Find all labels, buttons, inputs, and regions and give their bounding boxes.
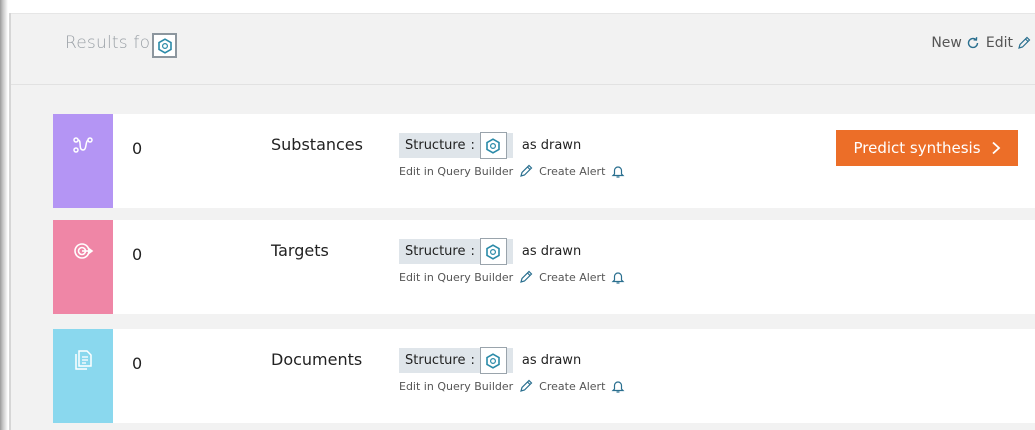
structure-thumbnail[interactable] (479, 132, 507, 159)
pencil-icon[interactable] (519, 164, 533, 178)
edit-in-query-builder-link[interactable]: Edit in Query Builder (399, 271, 513, 284)
separator: : (470, 138, 475, 153)
structure-hexagon-icon (486, 137, 501, 154)
header-divider (11, 84, 1035, 85)
results-for-label: Results for (65, 33, 158, 53)
bell-icon[interactable] (611, 270, 625, 284)
header-actions: New Edit (931, 35, 1031, 51)
create-alert-link[interactable]: Create Alert (539, 165, 605, 178)
documents-icon (75, 350, 92, 370)
result-count[interactable]: 0 (132, 354, 142, 373)
category-label[interactable]: Documents (271, 350, 362, 369)
query-actions: Edit in Query Builder Create Alert (399, 164, 625, 178)
category-swatch (53, 114, 113, 208)
pencil-icon (1018, 36, 1031, 49)
bell-icon[interactable] (611, 379, 625, 393)
as-drawn-label: as drawn (521, 353, 582, 368)
predict-synthesis-label: Predict synthesis (853, 139, 981, 157)
query-actions: Edit in Query Builder Create Alert (399, 270, 625, 284)
structure-hexagon-icon (157, 37, 172, 54)
as-drawn-label: as drawn (521, 138, 582, 153)
chevron-right-icon (991, 141, 1000, 155)
predict-synthesis-button[interactable]: Predict synthesis (836, 130, 1018, 166)
structure-label: Structure (405, 138, 466, 153)
as-drawn-label: as drawn (521, 244, 582, 259)
target-icon (74, 243, 94, 259)
structure-label: Structure (405, 353, 466, 368)
structure-pill: Structure : (399, 132, 513, 159)
query-summary: Structure : as drawn (399, 132, 582, 159)
category-label[interactable]: Targets (271, 241, 329, 260)
result-count[interactable]: 0 (132, 245, 142, 264)
structure-thumbnail[interactable] (479, 347, 507, 374)
query-summary: Structure : as drawn (399, 238, 582, 265)
structure-thumbnail[interactable] (479, 238, 507, 265)
structure-pill: Structure : (399, 347, 513, 374)
result-count[interactable]: 0 (132, 139, 142, 158)
new-search-button[interactable]: New (931, 35, 980, 51)
category-swatch (53, 329, 113, 423)
edit-in-query-builder-link[interactable]: Edit in Query Builder (399, 165, 513, 178)
query-actions: Edit in Query Builder Create Alert (399, 379, 625, 393)
structure-hexagon-icon (486, 243, 501, 260)
refresh-icon (967, 37, 979, 49)
window-shadow (0, 0, 8, 430)
edit-label: Edit (985, 35, 1013, 51)
structure-pill: Structure : (399, 238, 513, 265)
create-alert-link[interactable]: Create Alert (539, 271, 605, 284)
structure-hexagon-icon (486, 352, 501, 369)
category-swatch (53, 220, 113, 314)
separator: : (470, 244, 475, 259)
query-structure-thumbnail[interactable] (152, 33, 177, 58)
new-label: New (931, 35, 962, 51)
query-summary: Structure : as drawn (399, 347, 582, 374)
create-alert-link[interactable]: Create Alert (539, 380, 605, 393)
edit-in-query-builder-link[interactable]: Edit in Query Builder (399, 380, 513, 393)
result-row-substances[interactable]: 0 Substances Structure : as drawn Edit i… (53, 114, 1035, 208)
structure-label: Structure (405, 244, 466, 259)
panel-border (9, 13, 11, 430)
app-frame: Results for New Edit 0 Substances Struct… (0, 0, 1035, 430)
category-label[interactable]: Substances (271, 135, 363, 154)
bell-icon[interactable] (611, 164, 625, 178)
separator: : (470, 353, 475, 368)
result-row-documents[interactable]: 0 Documents Structure : as drawn Edit in… (53, 329, 1035, 423)
pencil-icon[interactable] (519, 270, 533, 284)
reaction-path-icon (73, 137, 93, 153)
result-row-targets[interactable]: 0 Targets Structure : as drawn Edit in Q… (53, 220, 1035, 314)
edit-search-button[interactable]: Edit (986, 35, 1031, 51)
pencil-icon[interactable] (519, 379, 533, 393)
